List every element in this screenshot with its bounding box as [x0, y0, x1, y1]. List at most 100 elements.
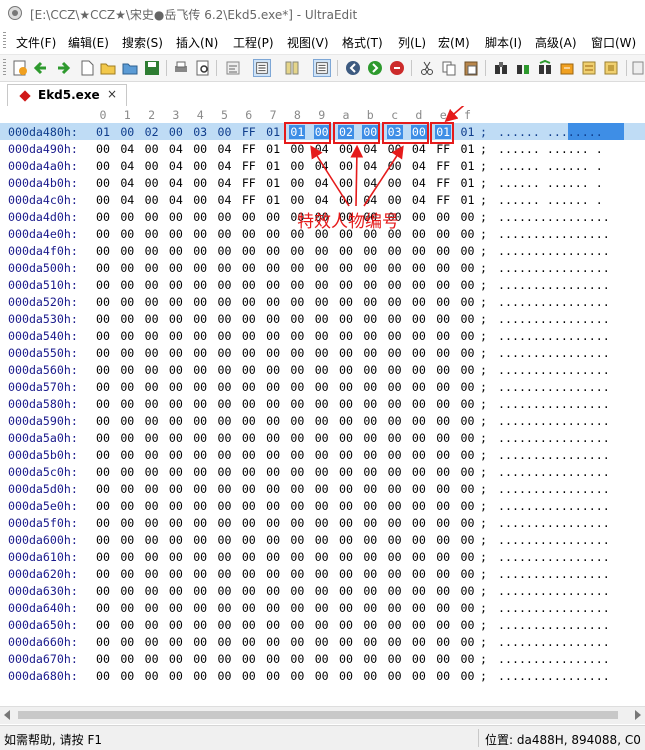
- hex-byte[interactable]: 00: [362, 244, 378, 258]
- hex-row[interactable]: 000da680h: 00 00 00 00 00 00 00 00 00 00 00 00 00 00 00…: [0, 667, 645, 684]
- hex-byte[interactable]: 00: [314, 499, 330, 513]
- hex-byte[interactable]: 00: [241, 448, 257, 462]
- hex-byte[interactable]: 00: [314, 601, 330, 615]
- row-ascii[interactable]: ................: [498, 601, 610, 615]
- hex-row[interactable]: 000da5a0h: 00 00 00 00 00 00 00 00 00 00 00 00 00 00 00…: [0, 429, 645, 446]
- hex-byte[interactable]: 00: [460, 397, 476, 411]
- hex-byte[interactable]: 00: [362, 482, 378, 496]
- hex-byte[interactable]: 00: [168, 363, 184, 377]
- hex-byte[interactable]: 00: [168, 431, 184, 445]
- hex-byte[interactable]: 00: [241, 329, 257, 343]
- hex-byte[interactable]: 00: [460, 652, 476, 666]
- hex-row[interactable]: 000da520h: 00 00 00 00 00 00 00 00 00 00 00 00 00 00 00…: [0, 293, 645, 310]
- hex-byte[interactable]: 00: [144, 601, 160, 615]
- hex-byte[interactable]: 00: [362, 652, 378, 666]
- hex-byte[interactable]: 00: [144, 567, 160, 581]
- hex-byte[interactable]: 00: [168, 482, 184, 496]
- hex-byte[interactable]: 00: [217, 431, 233, 445]
- hex-byte[interactable]: 00: [362, 601, 378, 615]
- hex-byte[interactable]: 00: [289, 499, 305, 513]
- hex-byte[interactable]: 00: [387, 448, 403, 462]
- hex-byte[interactable]: 00: [289, 618, 305, 632]
- hex-row[interactable]: 000da600h: 00 00 00 00 00 00 00 00 00 00 00 00 00 00 00…: [0, 531, 645, 548]
- hex-byte[interactable]: 00: [338, 465, 354, 479]
- stop-icon[interactable]: [388, 59, 406, 77]
- hex-byte[interactable]: 00: [411, 278, 427, 292]
- hex-byte[interactable]: 00: [338, 567, 354, 581]
- hex-byte[interactable]: 00: [289, 635, 305, 649]
- menu-insert[interactable]: 插入(N): [176, 34, 218, 51]
- hex-byte[interactable]: 00: [411, 448, 427, 462]
- hex-byte[interactable]: 00: [119, 533, 135, 547]
- hex-byte[interactable]: 00: [192, 397, 208, 411]
- hex-byte[interactable]: 00: [265, 652, 281, 666]
- hex-byte[interactable]: 00: [192, 652, 208, 666]
- hex-row[interactable]: 000da510h: 00 00 00 00 00 00 00 00 00 00 00 00 00 00 00…: [0, 276, 645, 293]
- hex-byte[interactable]: 00: [168, 499, 184, 513]
- hex-byte[interactable]: 00: [217, 516, 233, 530]
- hex-byte[interactable]: 00: [460, 380, 476, 394]
- hex-byte[interactable]: 00: [95, 601, 111, 615]
- hex-byte[interactable]: 00: [338, 652, 354, 666]
- nav-forward-icon[interactable]: [366, 59, 384, 77]
- hex-byte[interactable]: 00: [192, 329, 208, 343]
- hex-byte[interactable]: 00: [265, 380, 281, 394]
- hex-byte[interactable]: 00: [192, 448, 208, 462]
- hex-byte[interactable]: 00: [338, 244, 354, 258]
- hex-byte[interactable]: 00: [241, 397, 257, 411]
- hex-byte[interactable]: 00: [119, 584, 135, 598]
- hex-byte[interactable]: 00: [144, 244, 160, 258]
- row-ascii[interactable]: ................: [498, 431, 610, 445]
- hex-byte[interactable]: 00: [289, 295, 305, 309]
- hex-byte[interactable]: 00: [411, 533, 427, 547]
- hex-byte[interactable]: 00: [387, 431, 403, 445]
- folder-open-icon[interactable]: [121, 59, 139, 77]
- hex-byte[interactable]: 00: [119, 414, 135, 428]
- hex-byte[interactable]: 00: [168, 278, 184, 292]
- hex-byte[interactable]: 00: [362, 533, 378, 547]
- hex-byte[interactable]: 00: [362, 499, 378, 513]
- hex-byte[interactable]: 00: [119, 329, 135, 343]
- close-icon[interactable]: ×: [107, 87, 117, 101]
- hex-byte[interactable]: 00: [168, 584, 184, 598]
- hex-byte[interactable]: 00: [95, 346, 111, 360]
- hex-byte[interactable]: 00: [362, 363, 378, 377]
- hex-row[interactable]: 000da540h: 00 00 00 00 00 00 00 00 00 00 00 00 00 00 00…: [0, 327, 645, 344]
- hex-byte[interactable]: 00: [192, 550, 208, 564]
- hex-byte[interactable]: 00: [435, 312, 451, 326]
- hex-byte[interactable]: 00: [362, 380, 378, 394]
- hex-byte[interactable]: 00: [192, 669, 208, 683]
- hex-byte[interactable]: 00: [338, 380, 354, 394]
- hex-byte[interactable]: 00: [289, 261, 305, 275]
- hex-byte[interactable]: 00: [265, 431, 281, 445]
- hex-byte[interactable]: 00: [435, 431, 451, 445]
- hex-byte[interactable]: 00: [144, 414, 160, 428]
- hex-byte[interactable]: 00: [338, 261, 354, 275]
- hex-byte[interactable]: 00: [289, 346, 305, 360]
- hex-byte[interactable]: 00: [338, 550, 354, 564]
- hex-byte[interactable]: 00: [144, 346, 160, 360]
- menu-macro[interactable]: 宏(M): [438, 34, 470, 51]
- hex-byte[interactable]: 00: [460, 363, 476, 377]
- hex-byte[interactable]: 00: [192, 465, 208, 479]
- hex-byte[interactable]: 00: [168, 550, 184, 564]
- hex-byte[interactable]: 00: [435, 584, 451, 598]
- hex-row[interactable]: 000da5f0h: 00 00 00 00 00 00 00 00 00 00 00 00 00 00 00…: [0, 514, 645, 531]
- hex-byte[interactable]: 00: [95, 482, 111, 496]
- hex-byte[interactable]: 00: [435, 244, 451, 258]
- hex-byte[interactable]: 00: [192, 431, 208, 445]
- hex-byte[interactable]: 00: [289, 516, 305, 530]
- hex-byte[interactable]: 00: [435, 635, 451, 649]
- row-ascii[interactable]: ................: [498, 533, 610, 547]
- hex-byte[interactable]: 00: [192, 516, 208, 530]
- hex-byte[interactable]: 00: [144, 618, 160, 632]
- hex-byte[interactable]: 00: [168, 329, 184, 343]
- hex-byte[interactable]: 00: [192, 533, 208, 547]
- hex-byte[interactable]: 00: [119, 278, 135, 292]
- hex-byte[interactable]: 00: [265, 261, 281, 275]
- hex-byte[interactable]: 00: [119, 380, 135, 394]
- hex-byte[interactable]: 00: [435, 380, 451, 394]
- hex-row[interactable]: 000da590h: 00 00 00 00 00 00 00 00 00 00 00 00 00 00 00…: [0, 412, 645, 429]
- hex-row[interactable]: 000da5b0h: 00 00 00 00 00 00 00 00 00 00 00 00 00 00 00…: [0, 446, 645, 463]
- hex-byte[interactable]: 00: [387, 635, 403, 649]
